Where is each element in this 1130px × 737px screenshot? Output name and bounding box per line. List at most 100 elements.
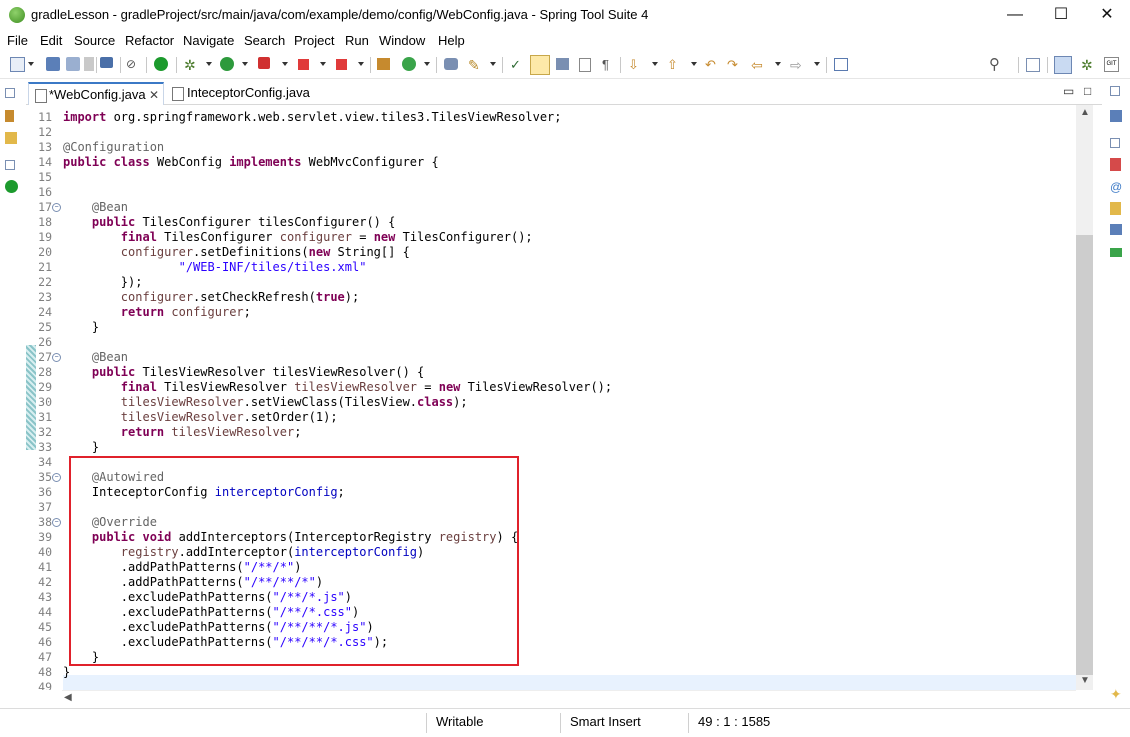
menu-navigate[interactable]: Navigate — [183, 33, 234, 48]
vertical-scrollbar[interactable]: ▲ ▼ — [1076, 105, 1093, 690]
code-line[interactable]: 14 public class WebConfig implements WebM… — [26, 155, 1076, 170]
open-type-icon[interactable] — [377, 58, 390, 70]
scroll-down-icon[interactable]: ▼ — [1080, 675, 1090, 686]
code-line[interactable]: 18 public TilesConfigurer tilesConfigure… — [26, 215, 1076, 230]
boot-dashboard-icon[interactable] — [154, 57, 168, 71]
code-line[interactable]: 21 "/WEB-INF/tiles/tiles.xml" — [26, 260, 1076, 275]
menu-search[interactable]: Search — [244, 33, 285, 48]
menu-run[interactable]: Run — [345, 33, 369, 48]
minimize-button[interactable]: — — [992, 0, 1038, 30]
code-line[interactable]: 17− @Bean — [26, 200, 1076, 215]
scroll-left-icon[interactable]: ◀ — [64, 692, 72, 703]
code-line[interactable]: 13 @Configuration — [26, 140, 1076, 155]
code-line[interactable]: 30 tilesViewResolver.setViewClass(TilesV… — [26, 395, 1076, 410]
forward-edit-icon[interactable]: ↷ — [727, 57, 743, 73]
search-dropdown-icon[interactable] — [490, 62, 496, 66]
close-button[interactable]: ✕ — [1084, 0, 1130, 30]
terminal-icon[interactable] — [100, 57, 113, 68]
maximize-button[interactable]: ☐ — [1038, 0, 1084, 30]
forward-icon[interactable]: ⇨ — [790, 57, 806, 73]
menu-help[interactable]: Help — [438, 33, 465, 48]
restore-icon[interactable] — [1110, 138, 1120, 148]
restore-icon[interactable] — [5, 88, 15, 98]
scrollbar-thumb[interactable] — [1076, 235, 1093, 675]
code-line[interactable]: 25 } — [26, 320, 1076, 335]
code-editor[interactable]: 11 import org.springframework.web.servlet… — [26, 105, 1076, 690]
declaration-icon[interactable] — [1110, 202, 1121, 215]
code-line[interactable]: 27− @Bean — [26, 350, 1076, 365]
code-line[interactable]: 19 final TilesConfigurer configurer = ne… — [26, 230, 1076, 245]
run-external-icon[interactable] — [258, 57, 270, 69]
code-line[interactable]: 32 return tilesViewResolver; — [26, 425, 1076, 440]
javadoc-icon[interactable]: @ — [1110, 180, 1124, 194]
next-annotation-icon[interactable]: ⇩ — [628, 57, 644, 73]
toggle-mark-occurrences-icon[interactable] — [530, 55, 550, 75]
word-wrap-icon[interactable] — [579, 58, 591, 72]
debug-perspective-icon[interactable]: ✲ — [1081, 57, 1097, 73]
code-line[interactable]: 16 — [26, 185, 1076, 200]
progress-icon[interactable] — [1110, 248, 1122, 257]
code-line[interactable]: 24 return configurer; — [26, 305, 1076, 320]
console-icon[interactable] — [1110, 224, 1122, 235]
open-task-icon[interactable] — [444, 58, 458, 70]
toggle-block-selection-icon[interactable] — [556, 58, 569, 70]
run-dropdown-icon[interactable] — [242, 62, 248, 66]
search-tool-icon[interactable]: ✎ — [468, 57, 484, 73]
new-java-class-icon[interactable] — [402, 57, 416, 71]
print-icon[interactable] — [84, 57, 94, 71]
previous-annotation-icon[interactable]: ⇧ — [667, 57, 683, 73]
new-dropdown-icon[interactable] — [28, 62, 34, 66]
forward-dropdown-icon[interactable] — [814, 62, 820, 66]
pin-editor-icon[interactable] — [834, 58, 848, 71]
run-external-dropdown-icon[interactable] — [282, 62, 288, 66]
save-icon[interactable] — [46, 57, 60, 71]
code-line[interactable]: 12 — [26, 125, 1076, 140]
run-icon[interactable] — [220, 57, 234, 71]
debug-dropdown-icon[interactable] — [206, 62, 212, 66]
previous-annotation-dropdown-icon[interactable] — [691, 62, 697, 66]
code-line[interactable]: 48} — [26, 665, 1076, 680]
save-all-icon[interactable] — [66, 57, 80, 71]
minimize-editor-icon[interactable]: ▭ — [1063, 84, 1074, 98]
project-explorer-icon[interactable] — [5, 132, 17, 144]
menu-project[interactable]: Project — [294, 33, 334, 48]
scroll-up-icon[interactable]: ▲ — [1080, 107, 1090, 118]
new-icon[interactable] — [10, 57, 25, 72]
code-line[interactable]: 15 — [26, 170, 1076, 185]
show-whitespace-icon[interactable]: ¶ — [602, 57, 618, 73]
search-icon[interactable]: ⚲ — [989, 55, 1005, 73]
problems-icon[interactable] — [1110, 158, 1121, 171]
close-tab-icon[interactable]: ✕ — [149, 84, 159, 106]
horizontal-scrollbar[interactable]: ◀ — [62, 690, 1076, 708]
fold-toggle-icon[interactable]: − — [52, 353, 61, 362]
debug-icon[interactable]: ✲ — [184, 57, 200, 73]
restore-icon[interactable] — [5, 160, 15, 170]
new-class-dropdown-icon[interactable] — [424, 62, 430, 66]
code-line[interactable]: 11 import org.springframework.web.servlet… — [26, 110, 1076, 125]
code-line[interactable]: 26 — [26, 335, 1076, 350]
next-annotation-dropdown-icon[interactable] — [652, 62, 658, 66]
boot-dashboard-icon[interactable] — [5, 180, 18, 193]
fold-toggle-icon[interactable]: − — [52, 473, 61, 482]
fold-toggle-icon[interactable]: − — [52, 203, 61, 212]
relaunch-icon[interactable] — [336, 59, 347, 70]
tab-webconfig[interactable]: *WebConfig.java ✕ — [28, 82, 164, 106]
outline-icon[interactable] — [1110, 110, 1122, 122]
toggle-ant-icon[interactable]: ✓ — [510, 57, 526, 73]
menu-file[interactable]: File — [7, 33, 28, 48]
code-line[interactable]: 20 configurer.setDefinitions(new String[… — [26, 245, 1076, 260]
last-edit-location-icon[interactable]: ↶ — [705, 57, 721, 73]
restore-icon[interactable] — [1110, 86, 1120, 96]
skip-breakpoints-icon[interactable]: ⊘ — [126, 57, 142, 73]
stop-dropdown-icon[interactable] — [320, 62, 326, 66]
relaunch-dropdown-icon[interactable] — [358, 62, 364, 66]
package-explorer-icon[interactable] — [5, 110, 14, 122]
fold-toggle-icon[interactable]: − — [52, 518, 61, 527]
code-line[interactable]: 22 }); — [26, 275, 1076, 290]
menu-source[interactable]: Source — [74, 33, 115, 48]
tab-inteceptorconfig[interactable]: InteceptorConfig.java — [172, 82, 332, 104]
back-icon[interactable]: ⇦ — [751, 57, 767, 73]
back-dropdown-icon[interactable] — [775, 62, 781, 66]
stop-icon[interactable] — [298, 59, 309, 70]
java-perspective-icon[interactable] — [1054, 56, 1072, 74]
